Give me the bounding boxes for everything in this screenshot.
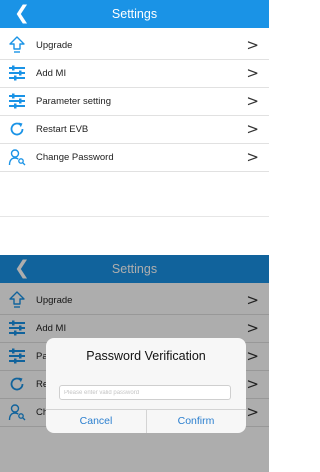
settings-item-parameter-setting[interactable]: Parameter setting > xyxy=(0,88,269,116)
settings-screen-with-dialog: ❮ Settings Upgrade > Add MI > > > > Pass… xyxy=(0,255,269,472)
chevron-right-icon: > xyxy=(246,64,259,82)
settings-item-label: Parameter setting xyxy=(36,96,111,107)
password-input[interactable] xyxy=(59,385,231,400)
settings-item-upgrade[interactable]: Upgrade > xyxy=(0,32,269,60)
password-verification-dialog: Password Verification Cancel Confirm xyxy=(46,338,246,433)
screen-gap xyxy=(0,232,269,255)
settings-item-add-mi[interactable]: Add MI > xyxy=(0,60,269,88)
navbar: ❮ Settings xyxy=(0,0,269,28)
settings-list: Upgrade > Add MI > P xyxy=(0,32,269,172)
chevron-right-icon: > xyxy=(246,120,259,138)
cancel-button[interactable]: Cancel xyxy=(46,409,146,433)
sliders-icon xyxy=(9,65,25,81)
chevron-right-icon: > xyxy=(246,148,259,166)
sliders-icon xyxy=(9,93,25,109)
restart-icon xyxy=(10,122,24,136)
divider xyxy=(0,216,269,217)
settings-item-label: Add MI xyxy=(36,68,67,79)
settings-item-label: Restart EVB xyxy=(36,124,89,135)
settings-item-label: Change Password xyxy=(36,152,114,163)
upgrade-arrow-icon xyxy=(9,36,25,53)
user-key-icon xyxy=(8,149,26,166)
settings-item-restart-evb[interactable]: Restart EVB > xyxy=(0,116,269,144)
settings-item-label: Upgrade xyxy=(36,40,73,51)
chevron-right-icon: > xyxy=(246,92,259,110)
dialog-title: Password Verification xyxy=(86,349,206,363)
confirm-button[interactable]: Confirm xyxy=(146,409,246,433)
page-title: Settings xyxy=(111,7,158,21)
settings-screen: ❮ Settings Upgrade > Add MI > Parameter … xyxy=(0,0,269,232)
settings-item-change-password[interactable]: Change Password > xyxy=(0,144,269,172)
chevron-right-icon: > xyxy=(246,36,259,54)
